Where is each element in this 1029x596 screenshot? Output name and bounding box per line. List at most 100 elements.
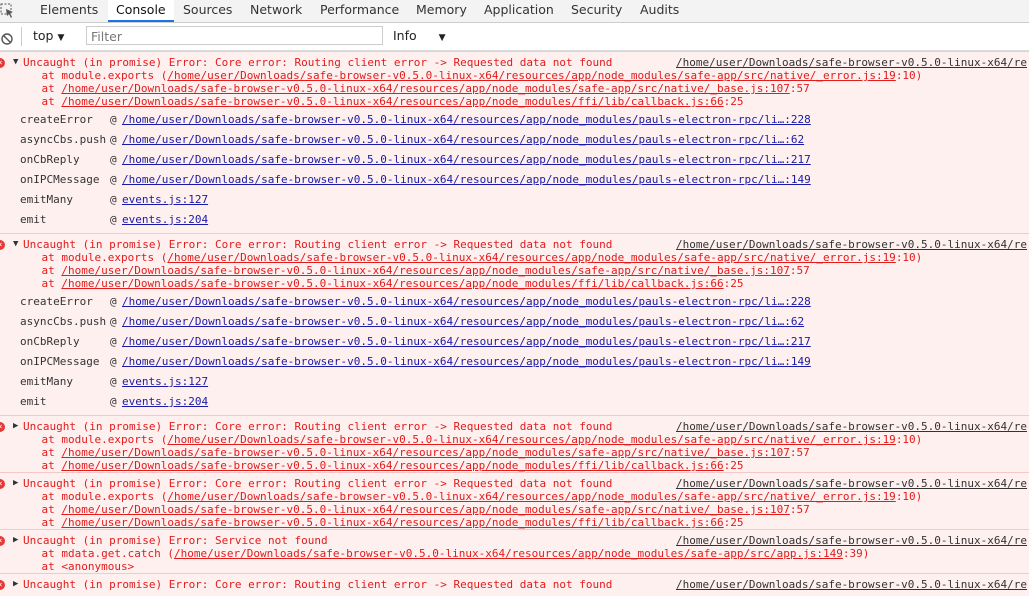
error-icon: × (0, 536, 5, 546)
source-link[interactable]: /home/user/Downloads/safe-browser-v0.5.0… (676, 477, 1027, 490)
call-frame-at-symbol: @ (110, 213, 117, 226)
stack-trace-suffix: :10) (895, 433, 923, 446)
stack-trace-line: at module.exports (/home/user/Downloads/… (15, 251, 922, 264)
tab-console[interactable]: Console (108, 0, 174, 22)
tab-elements[interactable]: Elements (40, 0, 98, 22)
call-frame-at-symbol: @ (110, 315, 117, 328)
call-frame-link[interactable]: /home/user/Downloads/safe-browser-v0.5.0… (122, 113, 811, 126)
collapse-triangle-icon[interactable]: ▼ (13, 238, 18, 251)
stack-trace-link[interactable]: /home/user/Downloads/safe-browser-v0.5.0… (174, 547, 843, 560)
stack-trace-suffix: :10) (895, 490, 923, 503)
stack-trace-link[interactable]: /home/user/Downloads/safe-browser-v0.5.0… (167, 433, 895, 446)
call-frame-link[interactable]: events.js:204 (122, 395, 208, 408)
expand-triangle-icon[interactable]: ▶ (13, 534, 18, 547)
stack-trace-prefix: at (15, 82, 62, 95)
stack-trace-line: at /home/user/Downloads/safe-browser-v0.… (15, 95, 744, 108)
call-frame-link[interactable]: events.js:127 (122, 193, 208, 206)
stack-trace-suffix: :10) (895, 69, 923, 82)
stack-trace-link[interactable]: /home/user/Downloads/safe-browser-v0.5.0… (61, 95, 723, 108)
stack-trace-line: at module.exports (/home/user/Downloads/… (15, 490, 922, 503)
log-level-selector[interactable]: Info ▼ (393, 28, 446, 43)
console-error-message: × ▶ Uncaught (in promise) Error: Service n… (0, 529, 1029, 573)
stack-trace-prefix: at <anonymous> (15, 560, 135, 573)
tab-security[interactable]: Security (571, 0, 622, 22)
call-frame-at-symbol: @ (110, 153, 117, 166)
error-icon: × (0, 58, 5, 68)
stack-trace-link[interactable]: /home/user/Downloads/safe-browser-v0.5.0… (61, 516, 723, 529)
call-frame-at-symbol: @ (110, 173, 117, 186)
source-link[interactable]: /home/user/Downloads/safe-browser-v0.5.0… (676, 420, 1027, 433)
stack-trace-suffix: :25 (723, 95, 744, 108)
call-frame-link[interactable]: events.js:127 (122, 375, 208, 388)
clear-console-icon[interactable] (1, 30, 13, 45)
stack-trace-link[interactable]: /home/user/Downloads/safe-browser-v0.5.0… (61, 446, 789, 459)
call-frame-function: emit (20, 213, 47, 226)
call-frame-at-symbol: @ (110, 193, 117, 206)
stack-trace-suffix: :25 (723, 459, 744, 472)
stack-trace-link[interactable]: /home/user/Downloads/safe-browser-v0.5.0… (61, 503, 789, 516)
call-frame-link[interactable]: /home/user/Downloads/safe-browser-v0.5.0… (122, 133, 804, 146)
call-frame-link[interactable]: /home/user/Downloads/safe-browser-v0.5.0… (122, 355, 811, 368)
tab-memory[interactable]: Memory (416, 0, 467, 22)
call-frame-at-symbol: @ (110, 113, 117, 126)
call-frame-at-symbol: @ (110, 355, 117, 368)
error-icon: × (0, 422, 5, 432)
stack-trace-link[interactable]: /home/user/Downloads/safe-browser-v0.5.0… (61, 264, 789, 277)
stack-trace-suffix: :57 (789, 82, 810, 95)
tab-application[interactable]: Application (484, 0, 554, 22)
console-error-message: × ▶ Uncaught (in promise) Error: Core erro… (0, 573, 1029, 596)
collapse-triangle-icon[interactable]: ▼ (13, 56, 18, 69)
error-icon: × (0, 580, 5, 590)
call-frame-function: emitMany (20, 193, 73, 206)
source-link[interactable]: /home/user/Downloads/safe-browser-v0.5.0… (676, 578, 1027, 591)
call-frame-function: createError (20, 113, 93, 126)
stack-trace-line: at /home/user/Downloads/safe-browser-v0.… (15, 277, 743, 290)
call-frame-function: asyncCbs.push (20, 133, 107, 146)
call-frame-link[interactable]: /home/user/Downloads/safe-browser-v0.5.0… (122, 153, 811, 166)
tab-audits[interactable]: Audits (640, 0, 679, 22)
source-link[interactable]: /home/user/Downloads/safe-browser-v0.5.0… (676, 534, 1027, 547)
error-message-text: Uncaught (in promise) Error: Service not… (23, 534, 328, 547)
call-frame-link[interactable]: /home/user/Downloads/safe-browser-v0.5.0… (122, 173, 811, 186)
devtools-tabbar: Elements Console Sources Network Performance… (0, 0, 1029, 23)
stack-trace-link[interactable]: /home/user/Downloads/safe-browser-v0.5.0… (167, 251, 895, 264)
call-frame-link[interactable]: /home/user/Downloads/safe-browser-v0.5.0… (122, 315, 804, 328)
error-icon: × (0, 479, 5, 489)
call-frame-function: onIPCMessage (20, 355, 100, 368)
stack-trace-link[interactable]: /home/user/Downloads/safe-browser-v0.5.0… (61, 277, 723, 290)
stack-trace-link[interactable]: /home/user/Downloads/safe-browser-v0.5.0… (167, 69, 895, 82)
stack-trace-suffix: :57 (789, 264, 810, 277)
stack-trace-prefix: at (15, 95, 62, 108)
stack-trace-link[interactable]: /home/user/Downloads/safe-browser-v0.5.0… (61, 82, 789, 95)
chevron-down-icon: ▼ (57, 33, 65, 43)
stack-trace-link[interactable]: /home/user/Downloads/safe-browser-v0.5.0… (61, 459, 723, 472)
call-frame-function: onCbReply (20, 335, 80, 348)
expand-triangle-icon[interactable]: ▶ (13, 477, 18, 490)
tab-sources[interactable]: Sources (183, 0, 232, 22)
inspect-element-icon[interactable] (0, 3, 14, 19)
source-link[interactable]: /home/user/Downloads/safe-browser-v0.5.0… (676, 56, 1027, 69)
call-frame-link[interactable]: events.js:204 (122, 213, 208, 226)
call-frame-link[interactable]: /home/user/Downloads/safe-browser-v0.5.0… (122, 335, 811, 348)
call-frame-link[interactable]: /home/user/Downloads/safe-browser-v0.5.0… (122, 295, 811, 308)
expand-triangle-icon[interactable]: ▶ (13, 578, 18, 591)
error-message-text: Uncaught (in promise) Error: Core error:… (23, 56, 613, 69)
filter-input[interactable]: Filter (86, 26, 383, 45)
stack-trace-line: at module.exports (/home/user/Downloads/… (15, 69, 922, 82)
stack-trace-line: at /home/user/Downloads/safe-browser-v0.… (15, 503, 809, 516)
stack-trace-prefix: at (15, 503, 62, 516)
filter-placeholder: Filter (91, 29, 122, 44)
tab-network[interactable]: Network (250, 0, 302, 22)
call-frame-function: emitMany (20, 375, 73, 388)
console-toolbar: top ▼ Filter Info ▼ (0, 23, 1029, 51)
chevron-down-icon: ▼ (438, 33, 446, 43)
console-error-message: × ▶ Uncaught (in promise) Error: Core erro… (0, 472, 1029, 529)
log-level-label: Info (393, 28, 417, 43)
expand-triangle-icon[interactable]: ▶ (13, 420, 18, 433)
stack-trace-prefix: at (15, 264, 62, 277)
stack-trace-suffix: :25 (723, 516, 744, 529)
stack-trace-link[interactable]: /home/user/Downloads/safe-browser-v0.5.0… (167, 490, 895, 503)
context-selector[interactable]: top ▼ (33, 28, 64, 43)
tab-performance[interactable]: Performance (320, 0, 399, 22)
source-link[interactable]: /home/user/Downloads/safe-browser-v0.5.0… (676, 238, 1027, 251)
